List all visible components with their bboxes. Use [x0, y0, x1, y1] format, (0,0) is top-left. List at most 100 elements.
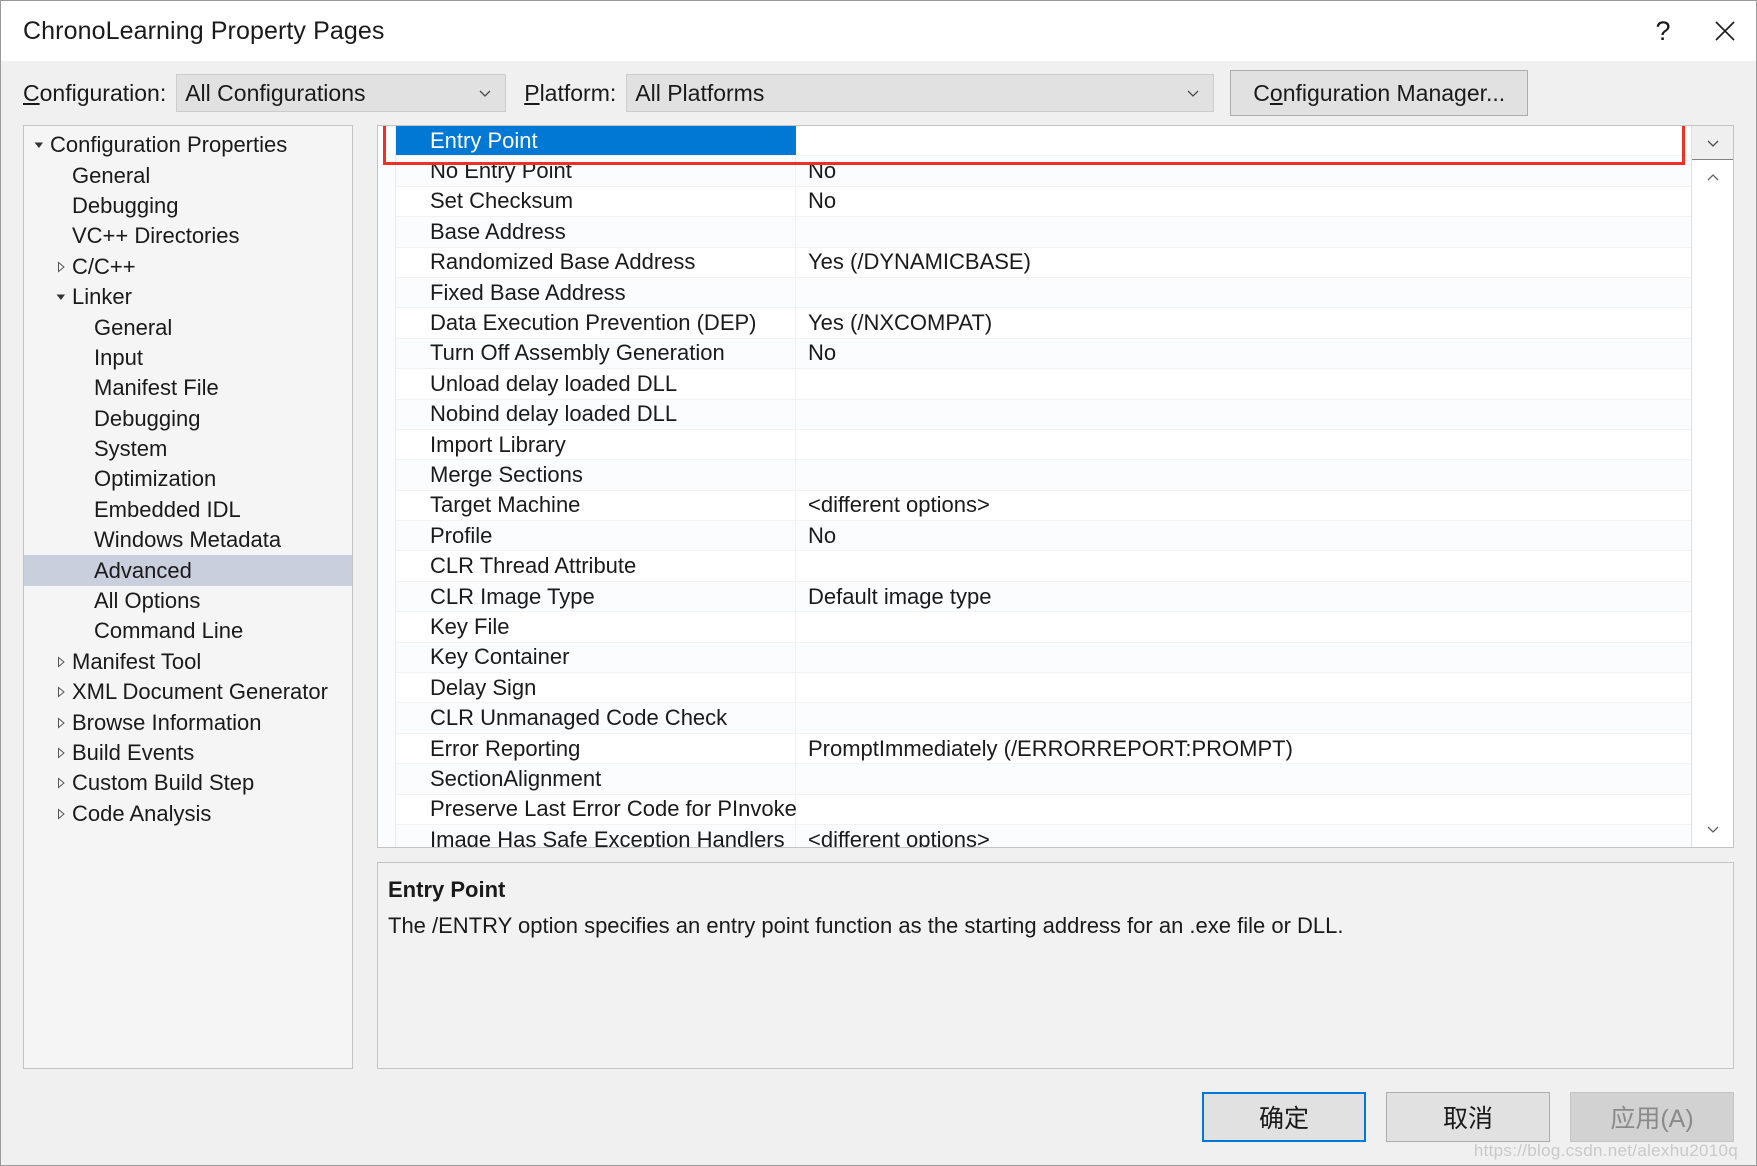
- cancel-button[interactable]: 取消: [1386, 1092, 1550, 1142]
- help-icon[interactable]: ?: [1632, 1, 1694, 61]
- property-value[interactable]: <different options>: [796, 825, 1691, 847]
- property-row[interactable]: CLR Unmanaged Code Check: [396, 703, 1691, 734]
- property-name: Randomized Base Address: [396, 247, 796, 277]
- tree-item-manifest-tool[interactable]: Manifest Tool: [24, 647, 352, 677]
- property-name: No Entry Point: [396, 156, 796, 186]
- tree-item-custom-build-step[interactable]: Custom Build Step: [24, 768, 352, 798]
- property-row[interactable]: Image Has Safe Exception Handlers <differ…: [396, 824, 1691, 847]
- tree-item-debugging[interactable]: Debugging: [24, 191, 352, 221]
- property-row[interactable]: Set Checksum No: [396, 186, 1691, 218]
- property-value[interactable]: No: [796, 156, 1691, 185]
- property-value[interactable]: [796, 764, 1691, 793]
- property-grid[interactable]: Entry Point No Entry Point No Set Checksum N…: [377, 125, 1734, 848]
- ok-button[interactable]: 确定: [1202, 1092, 1366, 1142]
- property-value[interactable]: [796, 430, 1691, 459]
- property-row[interactable]: Unload delay loaded DLL: [396, 369, 1691, 400]
- value-dropdown-button[interactable]: [1692, 126, 1733, 160]
- property-row[interactable]: Key File: [396, 612, 1691, 643]
- property-value[interactable]: Yes (/DYNAMICBASE): [796, 248, 1691, 277]
- property-value[interactable]: [796, 217, 1691, 246]
- property-row[interactable]: Fixed Base Address: [396, 277, 1691, 309]
- property-value[interactable]: PromptImmediately (/ERRORREPORT:PROMPT): [796, 734, 1691, 763]
- property-value[interactable]: <different options>: [796, 491, 1691, 520]
- property-row[interactable]: SectionAlignment: [396, 764, 1691, 795]
- twisty-collapsed-icon: [50, 777, 72, 789]
- tree-item-embedded-idl[interactable]: Embedded IDL: [24, 495, 352, 525]
- chevron-down-icon: [1185, 85, 1201, 101]
- tree-item-linker[interactable]: Linker: [24, 282, 352, 312]
- property-row[interactable]: Preserve Last Error Code for PInvoke: [396, 794, 1691, 825]
- property-value[interactable]: [796, 551, 1691, 580]
- property-row[interactable]: CLR Thread Attribute: [396, 551, 1691, 582]
- tree-item-xml-document-generator[interactable]: XML Document Generator: [24, 677, 352, 707]
- property-row[interactable]: Merge Sections: [396, 460, 1691, 491]
- property-value[interactable]: [796, 369, 1691, 398]
- tree-item-configuration-properties[interactable]: Configuration Properties: [24, 130, 352, 160]
- title-bar: ChronoLearning Property Pages ?: [1, 1, 1756, 61]
- property-value[interactable]: No: [796, 187, 1691, 216]
- property-row[interactable]: Data Execution Prevention (DEP) Yes (/NXC…: [396, 308, 1691, 339]
- property-row[interactable]: Profile No: [396, 521, 1691, 552]
- tree-item-command-line[interactable]: Command Line: [24, 616, 352, 646]
- property-row[interactable]: Target Machine <different options>: [396, 490, 1691, 522]
- apply-button: 应用(A): [1570, 1092, 1734, 1142]
- property-grid-scrollbar[interactable]: [1692, 160, 1733, 847]
- tree-item-manifest-file[interactable]: Manifest File: [24, 373, 352, 403]
- property-row[interactable]: Import Library: [396, 429, 1691, 461]
- configuration-tree[interactable]: Configuration Properties General Debugging…: [23, 125, 353, 1069]
- property-row[interactable]: Turn Off Assembly Generation No: [396, 338, 1691, 370]
- tree-item-code-analysis[interactable]: Code Analysis: [24, 799, 352, 829]
- property-value[interactable]: Yes (/NXCOMPAT): [796, 308, 1691, 337]
- scroll-up-icon[interactable]: [1699, 164, 1727, 192]
- property-value[interactable]: [796, 126, 1691, 155]
- property-row[interactable]: Base Address: [396, 217, 1691, 248]
- tree-item-label: Windows Metadata: [94, 527, 282, 553]
- property-row[interactable]: Delay Sign: [396, 673, 1691, 704]
- tree-item-optimization[interactable]: Optimization: [24, 464, 352, 494]
- tree-item-vc-directories[interactable]: VC++ Directories: [24, 221, 352, 251]
- property-value[interactable]: [796, 673, 1691, 702]
- property-value[interactable]: No: [796, 339, 1691, 368]
- property-name: Key File: [396, 612, 796, 642]
- property-value[interactable]: Default image type: [796, 582, 1691, 611]
- tree-item-debugging[interactable]: Debugging: [24, 404, 352, 434]
- property-row[interactable]: Key Container: [396, 642, 1691, 674]
- twisty-collapsed-icon: [50, 686, 72, 698]
- platform-select[interactable]: All Platforms: [626, 74, 1215, 112]
- property-value[interactable]: [796, 795, 1691, 824]
- property-value[interactable]: No: [796, 521, 1691, 550]
- scroll-down-icon[interactable]: [1699, 815, 1727, 843]
- tree-item-c-c[interactable]: C/C++: [24, 252, 352, 282]
- tree-item-windows-metadata[interactable]: Windows Metadata: [24, 525, 352, 555]
- tree-item-general[interactable]: General: [24, 312, 352, 342]
- property-value[interactable]: [796, 643, 1691, 672]
- close-icon[interactable]: [1694, 1, 1756, 61]
- property-value[interactable]: [796, 612, 1691, 641]
- configuration-manager-button[interactable]: Configuration Manager...: [1230, 70, 1529, 116]
- tree-item-build-events[interactable]: Build Events: [24, 738, 352, 768]
- property-value[interactable]: [796, 400, 1691, 429]
- property-row[interactable]: No Entry Point No: [396, 156, 1691, 187]
- tree-item-label: C/C++: [72, 253, 136, 279]
- property-row[interactable]: Randomized Base Address Yes (/DYNAMICBASE…: [396, 247, 1691, 278]
- tree-item-label: General: [72, 162, 151, 188]
- tree-item-label: Browse Information: [72, 709, 262, 735]
- property-value[interactable]: [796, 703, 1691, 732]
- property-row[interactable]: Error Reporting PromptImmediately (/ERROR…: [396, 733, 1691, 765]
- configuration-select[interactable]: All Configurations: [176, 74, 507, 112]
- dialog-body: Configuration Properties General Debugging…: [1, 125, 1756, 1069]
- tree-item-browse-information[interactable]: Browse Information: [24, 707, 352, 737]
- property-row[interactable]: Nobind delay loaded DLL: [396, 399, 1691, 430]
- tree-item-system[interactable]: System: [24, 434, 352, 464]
- tree-item-advanced[interactable]: Advanced: [24, 555, 352, 586]
- tree-item-label: Linker: [72, 284, 132, 310]
- tree-item-input[interactable]: Input: [24, 343, 352, 373]
- property-name: Base Address: [396, 217, 796, 247]
- property-grid-rows[interactable]: Entry Point No Entry Point No Set Checksum N…: [396, 126, 1691, 847]
- property-row[interactable]: CLR Image Type Default image type: [396, 581, 1691, 613]
- property-value[interactable]: [796, 460, 1691, 489]
- tree-item-all-options[interactable]: All Options: [24, 586, 352, 616]
- property-value[interactable]: [796, 278, 1691, 307]
- tree-item-general[interactable]: General: [24, 160, 352, 190]
- property-row[interactable]: Entry Point: [396, 126, 1691, 157]
